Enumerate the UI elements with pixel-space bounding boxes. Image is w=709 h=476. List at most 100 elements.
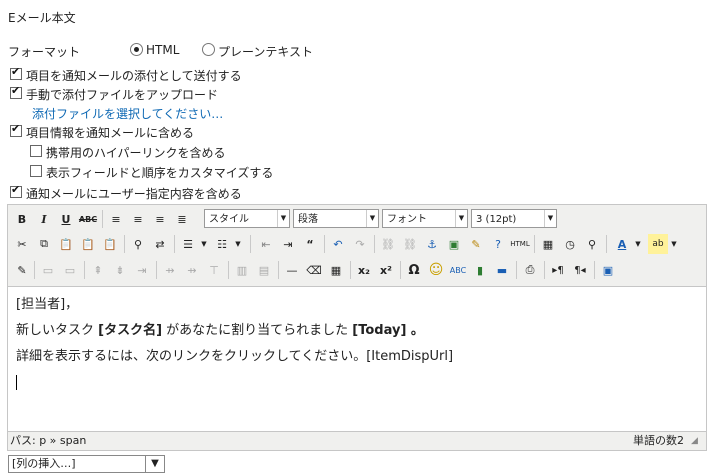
html-source-icon[interactable]: HTML — [510, 234, 530, 254]
content-text: 新しいタスク — [16, 323, 99, 338]
toolbar-separator — [250, 235, 251, 253]
align-center-icon[interactable]: ≡ — [128, 209, 148, 229]
checkbox-user-content-label: 通知メールにユーザー指定内容を含める — [26, 187, 242, 201]
toolbar-separator — [228, 261, 229, 279]
checkbox-customize-fields[interactable] — [30, 165, 42, 177]
insert-row-after-icon[interactable]: ⇟ — [110, 260, 130, 280]
radio-plaintext[interactable] — [202, 43, 215, 56]
align-right-icon[interactable]: ≡ — [150, 209, 170, 229]
help-icon[interactable]: ? — [488, 234, 508, 254]
chevron-down-icon[interactable]: ▼ — [145, 456, 164, 472]
ltr-icon[interactable]: ▸¶ — [548, 260, 568, 280]
radio-html[interactable] — [130, 43, 143, 56]
merge-cells-icon[interactable]: ▤ — [254, 260, 274, 280]
paste-text-icon[interactable]: 📋 — [78, 234, 98, 254]
cleanup-icon[interactable]: ✎ — [466, 234, 486, 254]
toolbar-separator — [324, 235, 325, 253]
copy-icon[interactable]: ⧉ — [34, 234, 54, 254]
highlight-color-dropdown-icon[interactable]: ▼ — [664, 234, 684, 254]
link-icon[interactable]: ⛓ — [378, 234, 398, 254]
superscript-icon[interactable]: x² — [376, 260, 396, 280]
font-select[interactable]: フォント ▼ — [382, 209, 468, 228]
rtl-icon[interactable]: ¶◂ — [570, 260, 590, 280]
insert-column-value: [列の挿入…] — [12, 457, 76, 470]
toolbar-separator — [544, 261, 545, 279]
checkbox-include-item-info[interactable] — [10, 122, 22, 137]
insert-column-select[interactable]: [列の挿入…] ▼ — [8, 455, 165, 473]
emoticon-icon[interactable]: ☺ — [426, 260, 446, 280]
paste-word-icon[interactable]: 📋 — [100, 234, 120, 254]
row-props-icon[interactable]: ▭ — [38, 260, 58, 280]
paragraph-select[interactable]: 段落 ▼ — [293, 209, 379, 228]
insert-time-icon[interactable]: ◷ — [560, 234, 580, 254]
font-size-select-value: 3 (12pt) — [476, 214, 517, 225]
strikethrough-icon[interactable]: ABC — [78, 209, 98, 229]
checkbox-manual-upload[interactable] — [10, 84, 22, 99]
undo-icon[interactable]: ↶ — [328, 234, 348, 254]
checkbox-attach-item[interactable] — [10, 65, 22, 80]
font-select-value: フォント — [387, 214, 427, 225]
radio-plaintext-label[interactable]: プレーンテキスト — [218, 43, 313, 60]
font-size-select[interactable]: 3 (12pt) ▼ — [471, 209, 557, 228]
italic-icon[interactable]: I — [34, 209, 54, 229]
delete-row-icon[interactable]: ⇥ — [132, 260, 152, 280]
unlink-icon[interactable]: ⛓ — [400, 234, 420, 254]
checkbox-mobile-link[interactable] — [30, 145, 42, 157]
content-line-3: 詳細を表示するには、次のリンクをクリックしてください。[ItemDispUrl] — [16, 349, 454, 364]
blockquote-icon[interactable]: “ — [300, 234, 320, 254]
anchor-icon[interactable]: ⚓ — [422, 234, 442, 254]
rich-text-editor[interactable]: B I U ABC ≡ ≡ ≡ ≣ スタイル ▼ 段落 ▼ フォント ▼ 3 (12p… — [7, 204, 707, 451]
cell-props-icon[interactable]: ▭ — [60, 260, 80, 280]
media-icon[interactable]: ▮ — [470, 260, 490, 280]
editor-statusbar: パス: p » span 単語の数2 ◢ — [8, 431, 706, 450]
redo-icon[interactable]: ↷ — [350, 234, 370, 254]
chevron-down-icon: ▼ — [455, 210, 467, 227]
nonbreaking-icon[interactable]: ▬ — [492, 260, 512, 280]
align-left-icon[interactable]: ≡ — [106, 209, 126, 229]
chevron-down-icon: ▼ — [366, 210, 378, 227]
checkbox-attach-item-label: 項目を通知メールの添付として送付する — [26, 69, 242, 83]
bullet-list-dropdown-icon[interactable]: ▼ — [194, 234, 214, 254]
text-color-dropdown-icon[interactable]: ▼ — [628, 234, 648, 254]
outdent-icon[interactable]: ⇤ — [256, 234, 276, 254]
insert-row-before-icon[interactable]: ⇞ — [88, 260, 108, 280]
special-char-icon[interactable]: Ω — [404, 260, 424, 280]
toolbar-separator — [102, 210, 103, 228]
delete-col-icon[interactable]: ⊤ — [204, 260, 224, 280]
subscript-icon[interactable]: x₂ — [354, 260, 374, 280]
radio-html-label[interactable]: HTML — [146, 43, 179, 57]
checkbox-user-content[interactable] — [10, 183, 22, 198]
indent-icon[interactable]: ⇥ — [278, 234, 298, 254]
image-icon[interactable]: ▣ — [444, 234, 464, 254]
visual-aid-icon[interactable]: ▦ — [326, 260, 346, 280]
word-count: 単語の数2 — [633, 434, 684, 447]
toolbar-separator — [606, 235, 607, 253]
select-attachment-link[interactable]: 添付ファイルを選択してください… — [32, 105, 223, 122]
toolbar-separator — [156, 261, 157, 279]
cut-icon[interactable]: ✂ — [12, 234, 32, 254]
insert-col-after-icon[interactable]: ⇸ — [182, 260, 202, 280]
insert-date-icon[interactable]: ▦ — [538, 234, 558, 254]
bold-icon[interactable]: B — [12, 209, 32, 229]
edit-table-icon[interactable]: ✎ — [12, 260, 32, 280]
style-select[interactable]: スタイル ▼ — [204, 209, 290, 228]
print-icon[interactable]: ⎙ — [520, 260, 540, 280]
horizontal-rule-icon[interactable]: — — [282, 260, 302, 280]
resize-handle-icon[interactable]: ◢ — [691, 435, 703, 447]
underline-icon[interactable]: U — [56, 209, 76, 229]
insert-col-before-icon[interactable]: ⇸ — [160, 260, 180, 280]
field-task-name: [タスク名] — [98, 323, 163, 338]
paragraph-select-value: 段落 — [298, 214, 318, 225]
find-icon[interactable]: ⚲ — [128, 234, 148, 254]
spellcheck-icon[interactable]: ABC — [448, 260, 468, 280]
numbered-list-dropdown-icon[interactable]: ▼ — [228, 234, 248, 254]
replace-icon[interactable]: ⇄ — [150, 234, 170, 254]
remove-format-icon[interactable]: ⌫ — [304, 260, 324, 280]
paste-icon[interactable]: 📋 — [56, 234, 76, 254]
align-justify-icon[interactable]: ≣ — [172, 209, 192, 229]
fullscreen-icon[interactable]: ▣ — [598, 260, 618, 280]
split-cells-icon[interactable]: ▥ — [232, 260, 252, 280]
preview-icon[interactable]: ⚲ — [582, 234, 602, 254]
editor-content[interactable]: [担当者]， 新しいタスク [タスク名] があなたに割り当てられました [Tod… — [16, 292, 453, 390]
toolbar-separator — [374, 235, 375, 253]
